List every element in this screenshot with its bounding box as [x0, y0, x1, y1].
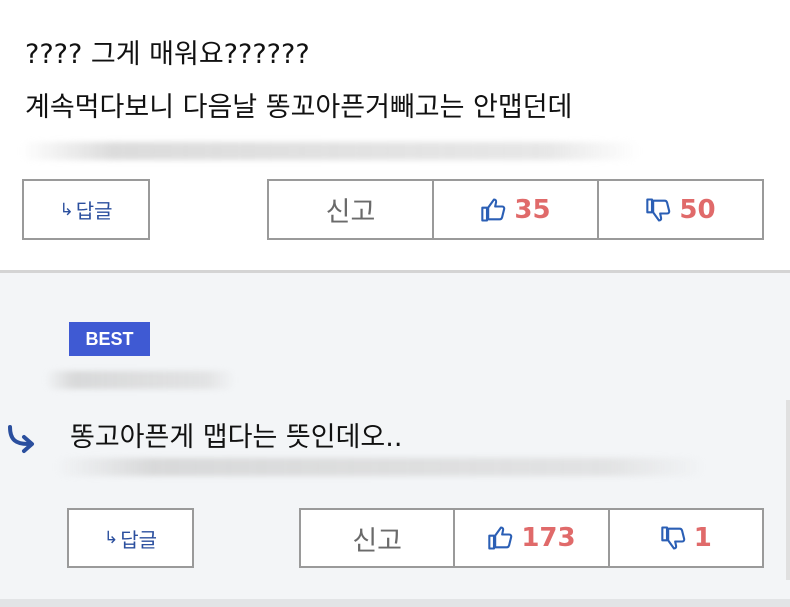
- dislike-button[interactable]: 1: [607, 510, 762, 566]
- report-button[interactable]: 신고: [301, 510, 453, 566]
- report-label: 신고: [325, 197, 376, 228]
- reply-button-label: 답글: [120, 527, 158, 552]
- like-count: 35: [514, 194, 551, 225]
- report-label: 신고: [352, 525, 402, 557]
- reply-arrow-icon: ↳: [103, 528, 119, 548]
- reply-button[interactable]: ↳ 답글: [67, 508, 194, 568]
- comment-2-actions: 신고 173 1: [299, 508, 764, 568]
- reply-arrow-icon: ↳: [59, 199, 74, 220]
- comment-2-line-1: 똥고아픈게 맵다는 뜻인데오..: [70, 422, 403, 453]
- comment-1: ???? 그게 매워요?????? 계속먹다보니 다음날 똥꼬아픈거빼고는 안맵…: [0, 0, 790, 270]
- divider: [0, 599, 790, 607]
- report-button[interactable]: 신고: [269, 181, 432, 238]
- reply-arrow-icon: [8, 425, 34, 453]
- comment-1-line-1: ???? 그게 매워요??????: [25, 39, 310, 70]
- comment-1-actions: 신고 35 50: [267, 179, 764, 240]
- blurred-author: [45, 371, 235, 389]
- dislike-button[interactable]: 50: [597, 181, 762, 238]
- like-button[interactable]: 173: [453, 510, 607, 566]
- reply-button[interactable]: ↳ 답글: [22, 179, 150, 240]
- thumbs-up-icon: [481, 197, 506, 222]
- comment-1-line-2: 계속먹다보니 다음날 똥꼬아픈거빼고는 안맵던데: [25, 92, 573, 123]
- reply-button-label: 답글: [75, 199, 113, 223]
- like-button[interactable]: 35: [432, 181, 597, 238]
- thumbs-down-icon: [646, 197, 671, 222]
- page-edge: [786, 400, 790, 580]
- like-count: 173: [521, 523, 576, 553]
- dislike-count: 1: [693, 523, 712, 553]
- dislike-count: 50: [679, 194, 716, 225]
- blurred-metadata: [55, 458, 705, 476]
- thumbs-down-icon: [661, 526, 686, 550]
- blurred-metadata: [20, 142, 640, 160]
- best-badge: BEST: [69, 322, 150, 356]
- thumbs-up-icon: [488, 526, 513, 550]
